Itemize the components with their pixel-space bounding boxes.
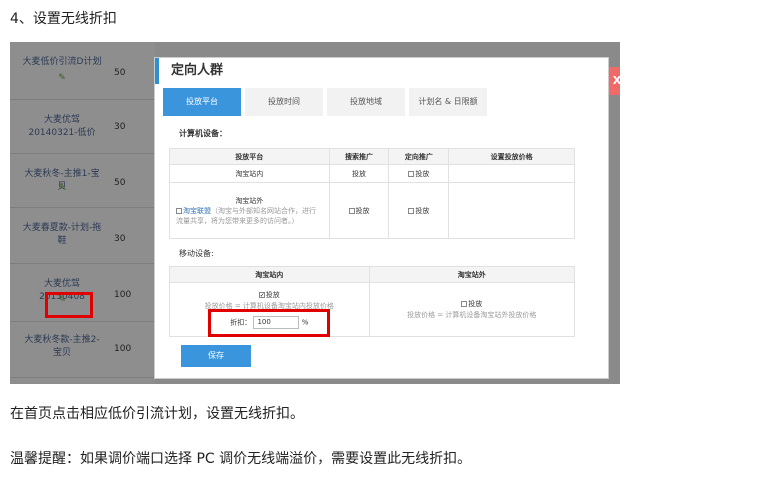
search-outside-checkbox[interactable]: 投放 — [328, 182, 390, 239]
platform-inside: 淘宝站内 — [169, 164, 330, 183]
plan-value: 100 — [114, 290, 132, 300]
table-row[interactable]: 大麦春夏款-计划-拖鞋 30 — [10, 208, 155, 264]
search-inside: 投放 — [328, 164, 390, 183]
price-outside — [448, 182, 575, 239]
table-row[interactable]: 大麦低价引流D计划 ✎ 50 — [10, 42, 155, 100]
tab-time[interactable]: 投放时间 — [245, 88, 323, 116]
plan-value: 100 — [114, 344, 132, 354]
mobile-outside-check-label: 投放 — [468, 299, 483, 308]
platform-outside: 淘宝站外 淘宝联盟（淘宝与外部知名网站合作，进行流量共享，将为您带来更多的访问者… — [169, 182, 330, 239]
plan-name[interactable]: 大麦春夏款-计划-拖鞋 — [22, 222, 102, 248]
table-row[interactable]: 大麦秋冬款-主推2-宝贝 100 — [10, 322, 155, 378]
union-checkbox[interactable] — [176, 207, 182, 214]
pc-platform-table: 投放平台 搜索推广 定向推广 设置投放价格 淘宝站内 投放 投放 淘宝站外 淘宝… — [169, 148, 575, 239]
mobile-inside-checkbox[interactable] — [258, 292, 265, 298]
plan-name[interactable]: 大麦优驾20140321-低价 — [22, 114, 102, 140]
col-price: 设置投放价格 — [448, 148, 575, 165]
union-link[interactable]: 淘宝联盟 — [183, 207, 211, 215]
plan-value: 50 — [114, 178, 126, 188]
mobile-outside-price-note: 投放价格 = 计算机设备淘宝站外投放价格 — [407, 310, 537, 319]
mobile-inside-check-label: 投放 — [265, 291, 280, 299]
mobile-outside-checkbox[interactable] — [461, 300, 468, 307]
highlight-edit-box — [45, 292, 93, 318]
reminder-paragraph: 温馨提醒：如果调价端口选择 PC 调价无线端溢价，需要设置此无线折扣。 — [10, 451, 472, 467]
edit-icon[interactable]: ✎ — [22, 182, 102, 195]
plan-value: 30 — [114, 234, 126, 244]
modal-title: 定向人群 — [155, 58, 608, 84]
step-heading: 4、设置无线折扣 — [10, 11, 117, 27]
col-platform: 投放平台 — [169, 148, 330, 165]
plan-value: 30 — [114, 122, 126, 132]
instruction-paragraph: 在首页点击相应低价引流计划，设置无线折扣。 — [10, 406, 304, 422]
mobile-section-label: 移动设备: — [179, 249, 214, 258]
tab-region[interactable]: 投放地域 — [327, 88, 405, 116]
highlight-discount-box — [208, 309, 330, 337]
close-icon[interactable]: X — [609, 67, 620, 95]
tab-name-limit[interactable]: 计划名 & 日限额 — [409, 88, 487, 116]
save-button[interactable]: 保存 — [181, 345, 251, 367]
screenshot-figure: 大麦低价引流D计划 ✎ 50 大麦优驾20140321-低价 30 大麦秋冬-主… — [10, 42, 620, 384]
mobile-outside-cell: 投放 投放价格 = 计算机设备淘宝站外投放价格 — [368, 282, 576, 337]
tab-platform[interactable]: 投放平台 — [163, 88, 241, 116]
price-inside — [448, 164, 575, 183]
modal-tabs: 投放平台 投放时间 投放地域 计划名 & 日限额 — [163, 88, 491, 116]
targeting-modal: 定向人群 投放平台 投放时间 投放地域 计划名 & 日限额 计算机设备： 投放平… — [154, 57, 609, 379]
platform-outside-label: 淘宝站外 — [235, 196, 264, 205]
edit-icon[interactable]: ✎ — [22, 72, 102, 85]
directed-outside-checkbox[interactable]: 投放 — [388, 182, 450, 239]
col-mobile-outside: 淘宝站外 — [368, 266, 576, 283]
col-mobile-inside: 淘宝站内 — [169, 266, 370, 283]
directed-inside-checkbox[interactable]: 投放 — [388, 164, 450, 183]
table-row[interactable]: 大麦优驾20140321-低价 30 — [10, 100, 155, 154]
plan-value: 50 — [114, 68, 126, 78]
plan-name[interactable]: 大麦秋冬款-主推2-宝贝 — [22, 334, 102, 360]
col-directed: 定向推广 — [388, 148, 450, 165]
table-row[interactable]: 大麦秋冬-主推1-宝贝 ✎ 50 — [10, 154, 155, 208]
plan-name[interactable]: 大麦低价引流D计划 — [22, 56, 102, 69]
computer-section-label: 计算机设备： — [179, 129, 227, 138]
col-search: 搜索推广 — [328, 148, 390, 165]
